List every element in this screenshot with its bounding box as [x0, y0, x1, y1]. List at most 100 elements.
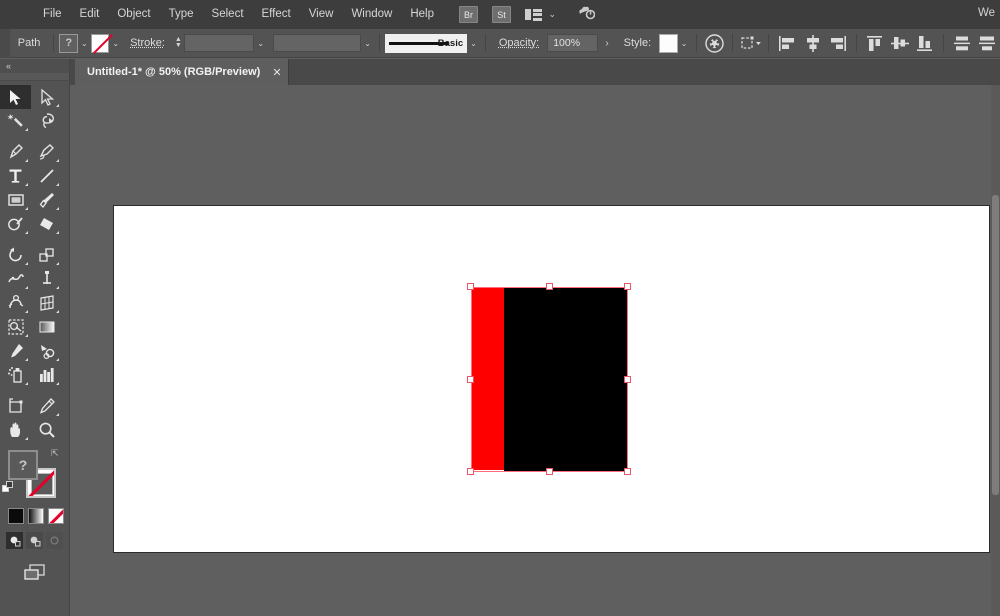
- graphic-style-swatch[interactable]: [659, 33, 678, 53]
- blend-tool[interactable]: [31, 339, 62, 363]
- draw-behind-button[interactable]: [26, 532, 43, 549]
- divider: [53, 34, 55, 52]
- symbol-sprayer-tool[interactable]: [0, 363, 31, 387]
- variable-width-profile-input[interactable]: [272, 34, 362, 52]
- variable-width-chevron-down-icon[interactable]: ⌄: [361, 34, 374, 53]
- brush-name-label: Basic: [437, 37, 464, 49]
- puppet-warp-tool[interactable]: [0, 291, 31, 315]
- default-fill-stroke-icon[interactable]: [2, 481, 15, 494]
- width-tool[interactable]: [0, 267, 31, 291]
- gradient-tool[interactable]: [31, 315, 62, 339]
- rotate-tool[interactable]: [0, 243, 31, 267]
- eraser-tool[interactable]: [31, 212, 62, 236]
- gradient-swatch-button[interactable]: [28, 508, 44, 524]
- rectangle-tool[interactable]: [0, 188, 31, 212]
- cloud-sync-icon[interactable]: [578, 5, 596, 24]
- close-icon[interactable]: ✕: [272, 66, 281, 79]
- curvature-tool[interactable]: [31, 140, 62, 164]
- stroke-weight-chevron-down-icon[interactable]: ⌄: [254, 34, 267, 53]
- brush-chevron-down-icon[interactable]: ⌄: [467, 34, 480, 53]
- perspective-grid-tool[interactable]: [31, 291, 62, 315]
- column-graph-tool[interactable]: [31, 363, 62, 387]
- brush-definition-select[interactable]: Basic: [384, 33, 468, 53]
- align-top-icon[interactable]: [863, 31, 886, 55]
- transform-chevron-icon[interactable]: [739, 31, 762, 55]
- align-left-icon[interactable]: [775, 31, 798, 55]
- menu-item-window[interactable]: Window: [342, 0, 401, 29]
- menu-item-effect[interactable]: Effect: [253, 0, 300, 29]
- panel-drag-handle[interactable]: [0, 73, 69, 81]
- adobe-stock-icon[interactable]: St: [492, 6, 511, 23]
- swap-fill-stroke-icon[interactable]: ⇱: [51, 448, 62, 459]
- artboard[interactable]: [113, 205, 990, 553]
- magic-wand-tool[interactable]: [0, 109, 31, 133]
- selection-handle[interactable]: [624, 283, 631, 290]
- selection-tool[interactable]: [0, 85, 31, 109]
- artboard-tool[interactable]: [0, 394, 31, 418]
- fill-chevron-down-icon[interactable]: ⌄: [78, 34, 91, 53]
- menu-bar: File Edit Object Type Select Effect View…: [0, 0, 1000, 29]
- draw-normal-button[interactable]: [6, 532, 23, 549]
- flyout-indicator-icon: [25, 382, 28, 385]
- divider: [378, 34, 380, 52]
- selection-handle[interactable]: [545, 468, 553, 475]
- align-right-icon[interactable]: [826, 31, 849, 55]
- selection-handle[interactable]: [467, 375, 474, 383]
- shaper-pencil-tool[interactable]: [0, 212, 31, 236]
- color-swatch-button[interactable]: [8, 508, 24, 524]
- workspace-switcher-icon[interactable]: ⌄: [525, 8, 556, 21]
- paintbrush-tool[interactable]: [31, 188, 62, 212]
- selection-handle[interactable]: [467, 283, 474, 290]
- shape-builder-tool[interactable]: [0, 315, 31, 339]
- line-segment-tool[interactable]: [31, 164, 62, 188]
- menu-item-view[interactable]: View: [300, 0, 343, 29]
- bridge-icon[interactable]: Br: [459, 6, 478, 23]
- opacity-input[interactable]: 100%: [547, 34, 599, 52]
- menu-item-select[interactable]: Select: [203, 0, 253, 29]
- control-bar-grip[interactable]: [0, 28, 10, 58]
- vertical-scrollbar[interactable]: [991, 85, 1000, 616]
- lasso-tool[interactable]: [31, 109, 62, 133]
- flyout-indicator-icon: [25, 286, 28, 289]
- divider: [855, 34, 857, 52]
- align-bottom-icon[interactable]: [914, 31, 937, 55]
- scale-tool[interactable]: [31, 243, 62, 267]
- stroke-weight-stepper[interactable]: ▲ ▼: [173, 34, 184, 53]
- divider: [943, 34, 945, 52]
- menu-item-type[interactable]: Type: [160, 0, 203, 29]
- selection-handle[interactable]: [624, 375, 631, 383]
- eyedropper-tool[interactable]: [0, 339, 31, 363]
- pen-tool[interactable]: [0, 140, 31, 164]
- selection-handle[interactable]: [624, 468, 631, 475]
- selection-handle[interactable]: [545, 283, 553, 290]
- type-tool[interactable]: [0, 164, 31, 188]
- none-swatch-button[interactable]: [48, 508, 64, 524]
- distribute-horizontal-icon[interactable]: [976, 31, 999, 55]
- menu-item-edit[interactable]: Edit: [71, 0, 109, 29]
- align-horizontal-center-icon[interactable]: [801, 31, 824, 55]
- free-transform-tool[interactable]: [31, 267, 62, 291]
- canvas-area[interactable]: [70, 85, 1000, 616]
- zoom-tool[interactable]: [31, 418, 62, 442]
- stroke-color-swatch[interactable]: [90, 33, 110, 53]
- menu-item-help[interactable]: Help: [401, 0, 443, 29]
- selection-handle[interactable]: [467, 468, 474, 475]
- direct-selection-tool[interactable]: [31, 85, 62, 109]
- fill-color-swatch[interactable]: ?: [59, 33, 79, 53]
- recolor-artwork-icon[interactable]: [703, 31, 726, 55]
- menu-item-file[interactable]: File: [34, 0, 71, 29]
- style-chevron-down-icon[interactable]: ⌄: [678, 34, 691, 53]
- opacity-expand-icon[interactable]: ›: [598, 38, 615, 49]
- menu-item-object[interactable]: Object: [108, 0, 159, 29]
- distribute-vertical-icon[interactable]: [950, 31, 973, 55]
- collapse-panel-button[interactable]: «: [0, 59, 69, 73]
- fill-color-indicator[interactable]: ?: [8, 450, 38, 480]
- align-vertical-center-icon[interactable]: [888, 31, 911, 55]
- flyout-indicator-icon: [56, 231, 59, 234]
- stroke-weight-input[interactable]: [183, 34, 255, 52]
- hand-tool[interactable]: [0, 418, 31, 442]
- change-screen-mode-button[interactable]: [0, 563, 69, 583]
- flyout-indicator-icon: [56, 183, 59, 186]
- document-tab[interactable]: Untitled-1* @ 50% (RGB/Preview) ✕: [75, 59, 289, 85]
- slice-tool[interactable]: [31, 394, 62, 418]
